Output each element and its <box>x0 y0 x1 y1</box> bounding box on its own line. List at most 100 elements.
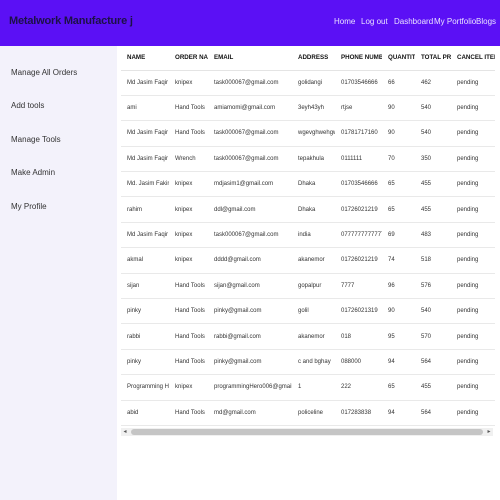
table-row: Md Jasim Faqir Hand Tools task000067@gmail… <box>121 120 495 147</box>
table-cell: 90 <box>382 120 415 147</box>
table-cell: 570 <box>415 323 451 350</box>
table-cell: ddl@gmail.com <box>208 196 292 223</box>
navbar: Metalwork Manufacture j Home Log out Das… <box>0 0 500 46</box>
column-header: NAME <box>121 46 169 71</box>
table-cell: 69 <box>382 222 415 249</box>
table-cell: 95 <box>382 323 415 350</box>
table-cell: knipex <box>169 196 208 223</box>
table-cell: 0777777777777 <box>335 222 382 249</box>
table-header-row: NAMEORDER NAMEEMAILADDRESSPHONE NUMBERQU… <box>121 46 495 71</box>
table-cell: Hand Tools <box>169 400 208 426</box>
table-cell: pending <box>451 323 495 350</box>
table-cell: pinky@gmail.com <box>208 349 292 376</box>
table-cell: 0111111 <box>335 146 382 173</box>
table-cell: pinky <box>121 298 169 325</box>
column-header: QUANTITY <box>382 46 415 71</box>
table-cell: 01726021319 <box>335 298 382 325</box>
table-cell: wgevghwehgwe <box>292 120 335 147</box>
scrollbar-thumb[interactable] <box>131 429 483 435</box>
table-cell: Hand Tools <box>169 323 208 350</box>
table-cell: 90 <box>382 95 415 122</box>
nav-dashboard-link[interactable]: Dashboard <box>394 17 433 26</box>
table-cell: policeline <box>292 400 335 426</box>
table-cell: 96 <box>382 273 415 300</box>
table-cell: task000067@gmail.com <box>208 222 292 249</box>
table-cell: Wrench <box>169 146 208 173</box>
table-cell: abid <box>121 400 169 426</box>
table-cell: mdjasim1@gmail.com <box>208 171 292 198</box>
table-cell: 65 <box>382 374 415 401</box>
table-cell: Hand Tools <box>169 298 208 325</box>
brand-title[interactable]: Metalwork Manufacture j <box>9 15 133 27</box>
table-cell: knipex <box>169 171 208 198</box>
sidebar-item-manage-tools[interactable]: Manage Tools <box>11 135 61 144</box>
table-row: pinky Hand Tools pinky@gmail.com c and bgha… <box>121 349 495 376</box>
table-cell: 518 <box>415 247 451 274</box>
table-cell: rabbi <box>121 323 169 350</box>
table-cell: 540 <box>415 298 451 325</box>
table-cell: pending <box>451 273 495 300</box>
table-cell: 66 <box>382 70 415 96</box>
table-row: ami Hand Tools amiamomi@gmail.com 3eyh43yh r… <box>121 95 495 122</box>
table-cell: 564 <box>415 400 451 426</box>
column-header: TOTAL PRICE <box>415 46 451 71</box>
scroll-left-arrow-icon[interactable]: ◂ <box>121 428 129 436</box>
table-cell: 90 <box>382 298 415 325</box>
table-cell: 1 <box>292 374 335 401</box>
table-cell: pinky@gmail.com <box>208 298 292 325</box>
table-cell: knipex <box>169 70 208 96</box>
table-cell: pending <box>451 70 495 96</box>
table-row: Md Jasim Faqir knipex task000067@gmail.com… <box>121 70 495 96</box>
table-cell: Md Jasim Faqir <box>121 146 169 173</box>
table-cell: knipex <box>169 247 208 274</box>
table-cell: 65 <box>382 171 415 198</box>
table-cell: 94 <box>382 349 415 376</box>
table-cell: 01781717160 <box>335 120 382 147</box>
table-cell: 3eyh43yh <box>292 95 335 122</box>
sidebar: Manage All Orders Add tools Manage Tools… <box>0 46 117 500</box>
table-cell: pending <box>451 247 495 274</box>
table-cell: pending <box>451 222 495 249</box>
table-cell: 576 <box>415 273 451 300</box>
table-cell: 01726021219 <box>335 247 382 274</box>
orders-table-container: NAMEORDER NAMEEMAILADDRESSPHONE NUMBERQU… <box>121 46 495 438</box>
nav-logout-link[interactable]: Log out <box>361 17 388 26</box>
column-header: ADDRESS <box>292 46 335 71</box>
table-cell: programmingHero006@gmail.com <box>208 374 292 401</box>
sidebar-item-my-profile[interactable]: My Profile <box>11 202 47 211</box>
table-cell: ami <box>121 95 169 122</box>
nav-portfolio-link[interactable]: My Portfolio <box>434 17 476 26</box>
table-row: pinky Hand Tools pinky@gmail.com golil 01726… <box>121 298 495 325</box>
scroll-right-arrow-icon[interactable]: ▸ <box>485 428 493 436</box>
table-cell: pending <box>451 146 495 173</box>
sidebar-item-add-tools[interactable]: Add tools <box>11 101 44 110</box>
table-cell: Hand Tools <box>169 349 208 376</box>
table-row: Md Jasim Faqir Wrench task000067@gmail.com… <box>121 146 495 173</box>
table-row: akmal knipex dddd@gmail.com akanemor 0172602… <box>121 247 495 274</box>
table-cell: 7777 <box>335 273 382 300</box>
table-cell: pending <box>451 120 495 147</box>
table-cell: pending <box>451 298 495 325</box>
table-row: rabbi Hand Tools rabbi@gmail.com akanemor 01… <box>121 323 495 350</box>
table-cell: 350 <box>415 146 451 173</box>
table-cell: tepakhula <box>292 146 335 173</box>
table-cell: 483 <box>415 222 451 249</box>
nav-home-link[interactable]: Home <box>334 17 355 26</box>
table-cell: golidangi <box>292 70 335 96</box>
table-cell: pending <box>451 196 495 223</box>
column-header: EMAIL <box>208 46 292 71</box>
table-cell: sijan <box>121 273 169 300</box>
table-row: sijan Hand Tools sijan@gmail.com gopalpur 77… <box>121 273 495 300</box>
table-cell: Dhaka <box>292 196 335 223</box>
table-cell: task000067@gmail.com <box>208 120 292 147</box>
table-cell: knipex <box>169 374 208 401</box>
sidebar-item-manage-all-orders[interactable]: Manage All Orders <box>11 68 77 77</box>
table-cell: 70 <box>382 146 415 173</box>
orders-table: NAMEORDER NAMEEMAILADDRESSPHONE NUMBERQU… <box>121 46 495 426</box>
table-cell: Hand Tools <box>169 273 208 300</box>
table-cell: india <box>292 222 335 249</box>
table-cell: rtjse <box>335 95 382 122</box>
horizontal-scrollbar[interactable]: ◂ ▸ <box>121 428 493 436</box>
sidebar-item-make-admin[interactable]: Make Admin <box>11 168 55 177</box>
nav-blogs-link[interactable]: Blogs <box>476 17 496 26</box>
